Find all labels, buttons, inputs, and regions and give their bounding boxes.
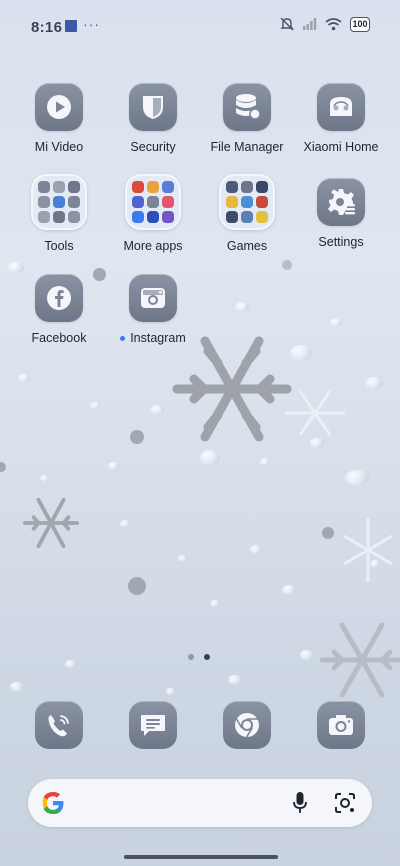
chrome-icon — [235, 713, 259, 738]
folder-icon — [219, 174, 275, 230]
snowflake-faint-2 — [343, 518, 393, 582]
dock-phone[interactable] — [35, 701, 83, 749]
phone-icon — [48, 715, 69, 737]
folder-tools[interactable]: Tools — [11, 174, 107, 253]
dock-chrome[interactable] — [223, 701, 271, 749]
page-indicator[interactable] — [188, 654, 210, 660]
app-file-manager[interactable]: File Manager — [199, 83, 295, 154]
snowflake-large — [172, 336, 292, 442]
app-label: More apps — [123, 239, 183, 253]
app-xiaomi-home[interactable]: Xiaomi Home — [293, 83, 389, 154]
snowflake-small — [23, 497, 79, 549]
app-label: Settings — [318, 235, 364, 249]
app-label: Mi Video — [34, 140, 84, 154]
google-g-icon — [42, 792, 64, 814]
app-instagram[interactable]: Instagram — [105, 274, 201, 345]
silent-bell-icon — [280, 17, 294, 31]
app-label: Games — [226, 239, 268, 253]
database-icon — [236, 94, 261, 120]
app-security[interactable]: Security — [105, 83, 201, 154]
status-bar: 8:16 ··· 100 — [0, 0, 400, 50]
xiaomi-home-icon — [330, 97, 352, 116]
camera-icon — [329, 715, 353, 735]
messages-icon — [141, 715, 165, 736]
app-settings[interactable]: Settings — [293, 178, 389, 249]
battery-icon: 100 — [350, 16, 370, 32]
app-mi-video[interactable]: Mi Video — [11, 83, 107, 154]
folder-icon — [31, 174, 87, 230]
google-search-bar[interactable] — [28, 779, 372, 827]
gesture-navigation-bar[interactable] — [124, 855, 278, 859]
snowflake-corner — [320, 622, 400, 698]
play-icon — [47, 95, 71, 119]
app-label: Facebook — [31, 331, 87, 345]
app-label: File Manager — [210, 140, 284, 154]
folder-icon — [125, 174, 181, 230]
notification-square-icon — [65, 20, 77, 32]
app-label: Xiaomi Home — [303, 140, 379, 154]
snowflake-faint — [285, 390, 345, 436]
facebook-icon — [47, 286, 71, 310]
lens-icon[interactable] — [334, 792, 356, 814]
instagram-icon — [141, 288, 165, 308]
shield-icon — [143, 96, 163, 119]
more-notifications: ··· — [83, 16, 100, 32]
app-label: Security — [130, 140, 176, 154]
dock-messages[interactable] — [129, 701, 177, 749]
new-install-dot — [120, 336, 126, 342]
cell-signal-icon — [303, 18, 317, 30]
dock-camera[interactable] — [317, 701, 365, 749]
wifi-icon — [325, 17, 342, 30]
page-dot-active[interactable] — [204, 654, 210, 660]
gear-icon — [328, 189, 355, 215]
folder-games[interactable]: Games — [199, 174, 295, 253]
mic-icon[interactable] — [292, 791, 308, 815]
status-time: 8:16 — [31, 19, 63, 36]
app-label: Tools — [44, 239, 74, 253]
folder-more-apps[interactable]: More apps — [105, 174, 201, 253]
app-facebook[interactable]: Facebook — [11, 274, 107, 345]
page-dot[interactable] — [188, 654, 194, 660]
app-label: Instagram — [120, 331, 186, 345]
